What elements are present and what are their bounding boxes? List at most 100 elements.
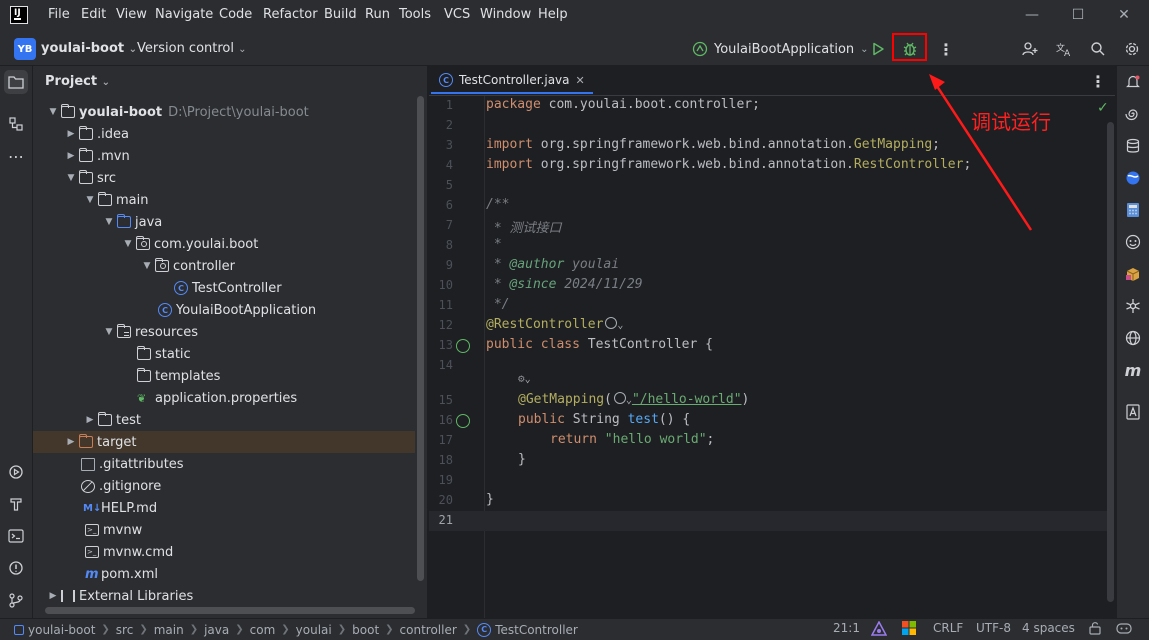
editor-tabs-menu-button[interactable]: ⋮ — [1086, 70, 1110, 92]
code-vision-hint[interactable]: ⚙⌄ — [518, 372, 531, 385]
editor-vertical-scrollbar[interactable] — [1107, 122, 1114, 602]
tree-node-mvn[interactable]: ▶ .mvn — [33, 145, 415, 167]
menu-file[interactable]: File — [48, 7, 70, 22]
cursor-position[interactable]: 21:1 — [833, 621, 860, 635]
code-line-18[interactable]: } — [518, 452, 526, 467]
tree-node-gitattributes[interactable]: .gitattributes — [33, 453, 415, 475]
tree-node-application[interactable]: C YoulaiBootApplication — [33, 299, 415, 321]
menu-view[interactable]: View — [116, 7, 147, 22]
tree-node-mvnw[interactable]: >_ mvnw — [33, 519, 415, 541]
project-panel-horizontal-scrollbar[interactable] — [45, 607, 415, 614]
tree-node-external-libraries[interactable]: ▶ External Libraries — [33, 585, 415, 607]
menu-run[interactable]: Run — [365, 7, 390, 22]
editor-tab-testcontroller[interactable]: C TestController.java ✕ — [431, 68, 593, 94]
memory-indicator[interactable] — [1116, 621, 1132, 639]
code-line-9[interactable]: * @author youlai — [486, 257, 619, 272]
problems-tool-button[interactable] — [4, 556, 28, 580]
tree-node-static[interactable]: static — [33, 343, 415, 365]
menu-help[interactable]: Help — [538, 7, 568, 22]
breadcrumb-item[interactable]: main — [154, 623, 184, 637]
structure-tool-button[interactable] — [4, 112, 28, 136]
tree-node-resources[interactable]: ▼ resources — [33, 321, 415, 343]
tree-node-testcontroller[interactable]: C TestController — [33, 277, 415, 299]
breadcrumb-item[interactable]: java — [204, 623, 229, 637]
code-line-15[interactable]: @GetMapping(⌄"/hello-world") — [518, 392, 749, 407]
menu-code[interactable]: Code — [219, 7, 252, 22]
line-ending[interactable]: CRLF — [933, 621, 963, 635]
tree-node-src[interactable]: ▼ src — [33, 167, 415, 189]
close-tab-icon[interactable]: ✕ — [576, 74, 585, 87]
database-button[interactable] — [1121, 134, 1145, 158]
menu-build[interactable]: Build — [324, 7, 357, 22]
menu-navigate[interactable]: Navigate — [155, 7, 213, 22]
menu-tools[interactable]: Tools — [399, 7, 431, 22]
tree-node-pom[interactable]: m pom.xml — [33, 563, 415, 585]
project-badge[interactable]: YB — [14, 38, 36, 60]
more-actions-button[interactable]: ⋮ — [934, 38, 958, 60]
menu-vcs[interactable]: VCS — [444, 7, 470, 22]
code-line-7[interactable]: * 测试接口 — [486, 217, 562, 236]
build-tool-button[interactable] — [4, 492, 28, 516]
code-line-20[interactable]: } — [486, 492, 494, 507]
breadcrumb-item[interactable]: youlai-boot — [28, 623, 95, 637]
tree-node-mvnw-cmd[interactable]: >_ mvnw.cmd — [33, 541, 415, 563]
code-line-1[interactable]: package com.youlai.boot.controller; — [486, 97, 760, 112]
kubernetes-button[interactable] — [1121, 294, 1145, 318]
spring-endpoint-gutter-icon[interactable] — [456, 414, 470, 428]
maven-tool-button[interactable]: m — [1121, 358, 1145, 382]
readonly-toggle[interactable] — [1088, 621, 1102, 639]
run-config-selector[interactable]: YoulaiBootApplication ⌄ — [692, 41, 869, 57]
windows-status-button[interactable] — [902, 621, 916, 639]
close-button[interactable]: ✕ — [1104, 4, 1144, 26]
no-problems-check-icon[interactable]: ✓ — [1097, 100, 1109, 116]
breadcrumb-item[interactable]: TestController — [495, 623, 578, 637]
spring-bean-gutter-icon[interactable] — [456, 339, 470, 353]
breadcrumb-item[interactable]: controller — [400, 623, 457, 637]
breadcrumb-item[interactable]: com — [250, 623, 276, 637]
services-tool-button[interactable] — [4, 460, 28, 484]
code-line-11[interactable]: */ — [486, 297, 510, 312]
tree-node-package-controller[interactable]: ▼ controller — [33, 255, 415, 277]
version-control-selector[interactable]: Version control ⌄ — [137, 41, 247, 56]
code-line-6[interactable]: /** — [486, 197, 509, 212]
maximize-button[interactable]: ☐ — [1058, 4, 1098, 26]
file-encoding[interactable]: UTF-8 — [976, 621, 1011, 635]
code-line-4[interactable]: import org.springframework.web.bind.anno… — [486, 157, 971, 172]
web-endpoint-icon[interactable] — [605, 317, 618, 329]
tree-node-root[interactable]: ▼ youlai-boot D:\Project\youlai-boot — [33, 101, 415, 123]
tree-node-templates[interactable]: templates — [33, 365, 415, 387]
intellij-logo-icon[interactable]: IJ — [10, 6, 28, 24]
tree-node-application-properties[interactable]: ❦ application.properties — [33, 387, 415, 409]
reader-mode-button[interactable] — [1121, 400, 1145, 424]
endpoints-button[interactable] — [1121, 326, 1145, 350]
add-user-button[interactable] — [1018, 38, 1042, 60]
more-tools-button[interactable]: ⋯ — [4, 144, 28, 168]
breadcrumb-item[interactable]: src — [116, 623, 134, 637]
web-endpoint-icon[interactable] — [613, 392, 626, 404]
terminal-tool-button[interactable] — [4, 524, 28, 548]
breadcrumb-item[interactable]: boot — [352, 623, 379, 637]
menu-window[interactable]: Window — [480, 7, 531, 22]
git-tool-button[interactable] — [4, 588, 28, 612]
code-line-10[interactable]: * @since 2024/11/29 — [486, 277, 643, 292]
tree-node-gitignore[interactable]: .gitignore — [33, 475, 415, 497]
search-button[interactable] — [1086, 38, 1110, 60]
code-line-8[interactable]: * — [486, 237, 502, 252]
package-box-button[interactable] — [1121, 262, 1145, 286]
code-line-12[interactable]: @RestController ⌄ — [486, 317, 623, 332]
ai-assistant-button[interactable] — [1121, 102, 1145, 126]
translate-button[interactable]: 文 A — [1052, 38, 1076, 60]
run-button[interactable] — [866, 38, 890, 60]
tree-node-main[interactable]: ▼ main — [33, 189, 415, 211]
code-line-13[interactable]: public class TestController { — [486, 337, 713, 352]
code-line-3[interactable]: import org.springframework.web.bind.anno… — [486, 137, 940, 152]
tree-node-idea[interactable]: ▶ .idea — [33, 123, 415, 145]
project-selector[interactable]: youlai-boot ⌄ — [41, 41, 137, 56]
tree-node-help-md[interactable]: M↓ HELP.md — [33, 497, 415, 519]
project-panel-vertical-scrollbar[interactable] — [417, 96, 424, 581]
ai-status-button[interactable] — [870, 620, 888, 640]
minimize-button[interactable]: — — [1012, 4, 1052, 26]
project-panel-header[interactable]: Project ⌄ — [45, 74, 110, 89]
code-line-16[interactable]: public String test() { — [518, 412, 690, 427]
menu-edit[interactable]: Edit — [81, 7, 106, 22]
